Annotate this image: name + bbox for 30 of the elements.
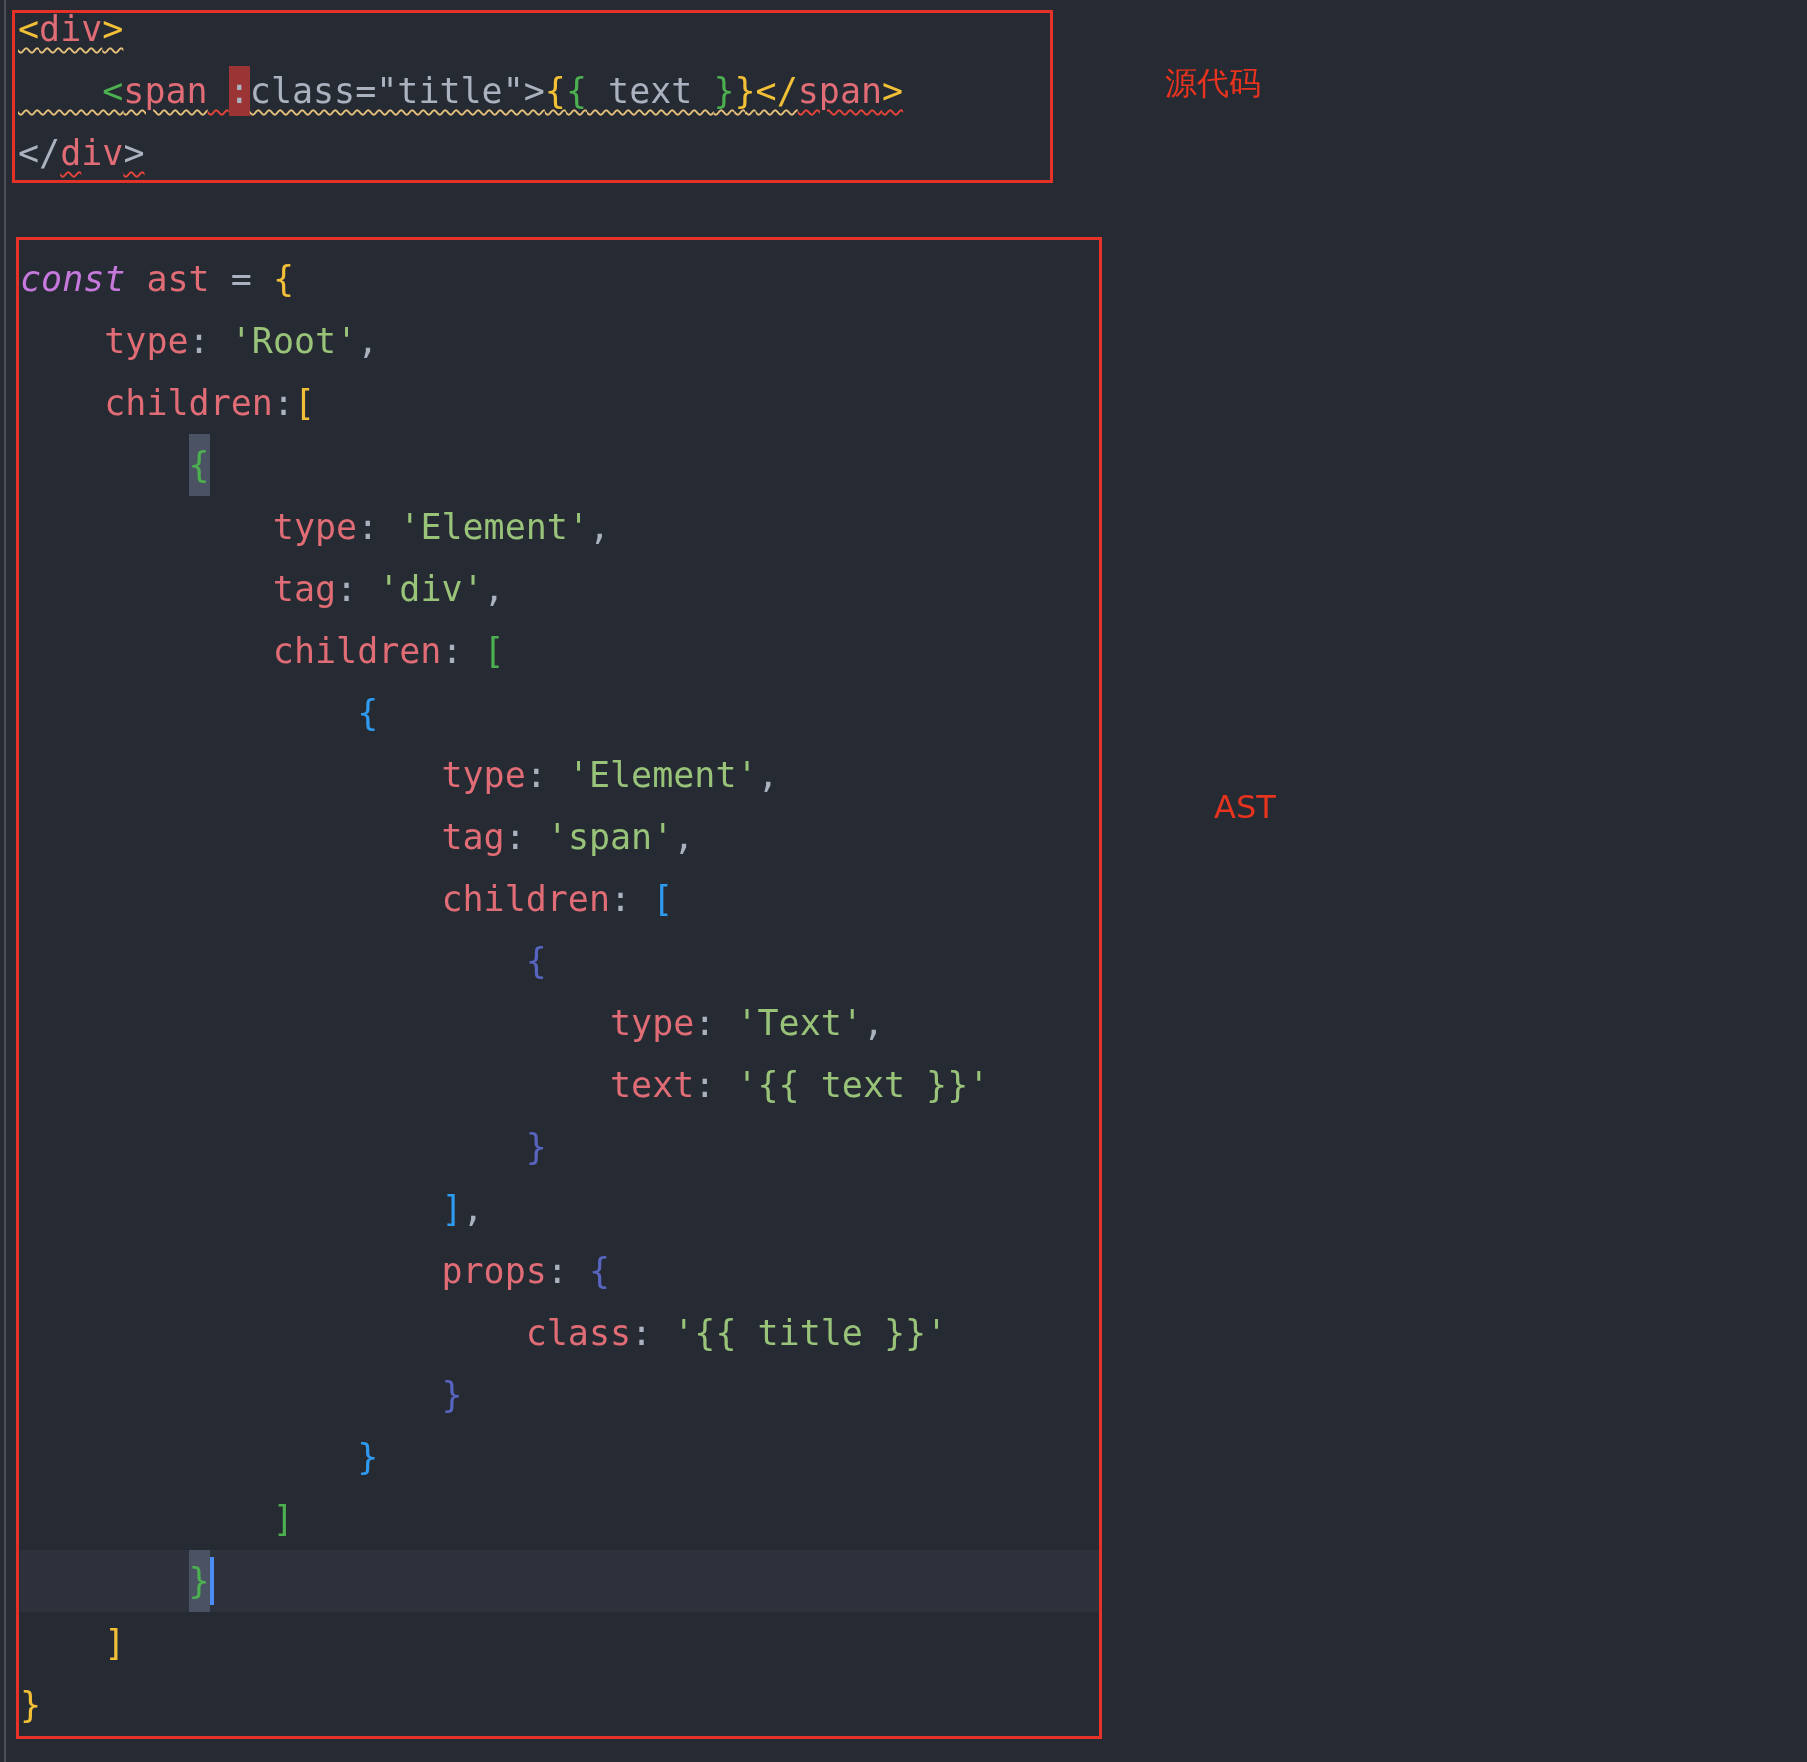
text-caret [209,1557,214,1605]
code-line: ] [271,1498,294,1541]
code-line: { [356,692,379,735]
code-line: </div> [18,132,145,175]
code-line: props: { [440,1250,611,1293]
code-line: } [20,1550,210,1612]
code-line: <span :class="title">{{ text }}</span> [18,66,904,116]
code-line: children: [ [271,630,505,673]
annotation-label: 源代码 [1165,63,1261,104]
code-line: type: 'Element', [271,506,611,549]
code-line: text: '{{ text }}' [609,1064,990,1107]
code-line: ] [103,1622,126,1665]
code-line: children:[ [103,382,316,425]
code-line: } [20,1684,42,1727]
code-line: } [356,1436,379,1479]
code-line: type: 'Text', [609,1002,884,1045]
code-line: tag: 'div', [271,568,505,611]
code-line: tag: 'span', [440,816,695,859]
code-line: type: 'Root', [103,320,379,363]
code-line: type: 'Element', [440,754,779,797]
code-line: const ast = { [20,258,294,301]
code-line: } [524,1126,547,1169]
code-line: class: '{{ title }}' [524,1312,948,1355]
code-line: } [440,1374,463,1417]
code-line: ], [440,1188,484,1231]
annotation-label: AST [1214,788,1276,826]
code-line: { [20,434,210,496]
code-line: children: [ [440,878,674,921]
code-line: <div> [18,8,124,51]
code-line: { [524,940,547,983]
